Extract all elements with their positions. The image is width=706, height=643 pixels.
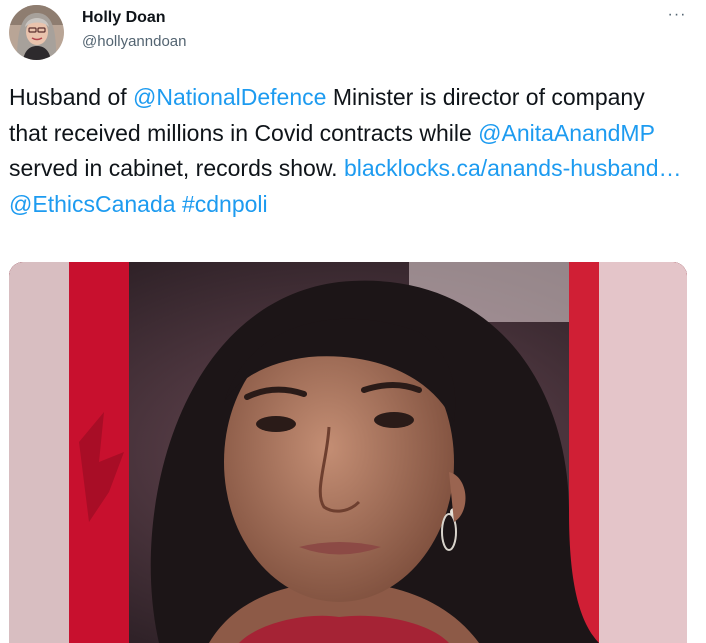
- mention-link[interactable]: @AnitaAnandMP: [478, 120, 654, 146]
- photo-illustration: [9, 262, 687, 643]
- mention-link[interactable]: @EthicsCanada: [9, 191, 176, 217]
- mention-link[interactable]: @NationalDefence: [133, 84, 326, 110]
- author-handle[interactable]: @hollyanndoan: [82, 33, 186, 50]
- more-options-icon[interactable]: ···: [666, 7, 688, 26]
- tweet-text-segment: Husband of: [9, 84, 134, 110]
- tweet-text: Husband of @NationalDefence Minister is …: [9, 80, 689, 222]
- avatar[interactable]: [9, 5, 64, 60]
- author-name[interactable]: Holly Doan: [82, 9, 166, 27]
- tweet-photo[interactable]: [9, 262, 687, 643]
- url-link[interactable]: blacklocks.ca/anands-husband…: [344, 155, 682, 181]
- avatar-photo-icon: [9, 5, 64, 60]
- hashtag-link[interactable]: #cdnpoli: [182, 191, 268, 217]
- tweet-text-segment: served in cabinet, records show.: [9, 155, 344, 181]
